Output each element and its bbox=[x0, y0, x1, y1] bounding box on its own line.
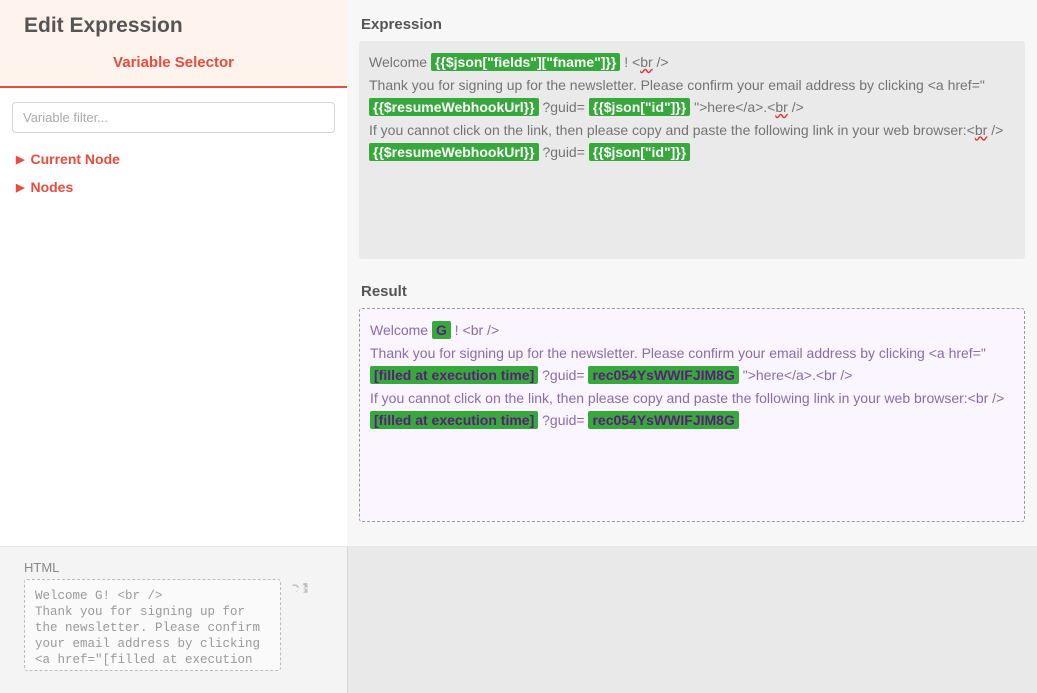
expr-text: /> bbox=[987, 122, 1003, 138]
chevron-right-icon: ▶ bbox=[16, 181, 24, 194]
variable-filter-input[interactable] bbox=[12, 102, 335, 133]
result-token-fname: G bbox=[432, 321, 451, 339]
expr-token-resume-url[interactable]: {{$resumeWebhookUrl}} bbox=[369, 98, 539, 116]
expr-token-fname[interactable]: {{$json["fields"]["fname"]}} bbox=[431, 53, 620, 71]
left-pane: Edit Expression Variable Selector ▶ Curr… bbox=[0, 0, 347, 546]
expr-token-resume-url[interactable]: {{$resumeWebhookUrl}} bbox=[369, 143, 539, 161]
variable-selector-title: Variable Selector bbox=[24, 50, 323, 77]
expr-text: ?guid= bbox=[539, 144, 589, 160]
expr-text: /> bbox=[788, 99, 804, 115]
expression-section-title: Expression bbox=[361, 16, 1025, 33]
result-text: Thank you for signing up for the newslet… bbox=[370, 345, 986, 361]
result-text: Welcome bbox=[370, 322, 432, 338]
expr-text: Thank you for signing up for the newslet… bbox=[369, 77, 985, 93]
result-text: ?guid= bbox=[538, 412, 588, 428]
result-preview: Welcome G ! <br /> Thank you for signing… bbox=[359, 308, 1025, 522]
html-field[interactable]: Welcome G! <br /> Thank you for signing … bbox=[24, 579, 281, 671]
variable-tree: ▶ Current Node ▶ Nodes bbox=[0, 139, 347, 201]
result-text: ?guid= bbox=[538, 367, 588, 383]
expr-text: ! < bbox=[620, 54, 640, 70]
expr-text: If you cannot click on the link, then pl… bbox=[369, 122, 975, 138]
expr-text: /> bbox=[653, 54, 669, 70]
edit-expression-modal: Edit Expression Variable Selector ▶ Curr… bbox=[0, 0, 1037, 547]
result-text: If you cannot click on the link, then pl… bbox=[370, 390, 1004, 406]
expr-text-underlined: br bbox=[975, 122, 987, 138]
expression-editor[interactable]: Welcome {{$json["fields"]["fname"]}} ! <… bbox=[359, 41, 1025, 259]
tree-item-label: Current Node bbox=[30, 151, 119, 167]
expr-text: Welcome bbox=[369, 54, 431, 70]
expr-text: ">here</a>.< bbox=[690, 99, 775, 115]
left-header: Edit Expression Variable Selector bbox=[0, 0, 347, 88]
expr-text-underlined: br bbox=[640, 54, 652, 70]
modal-title: Edit Expression bbox=[24, 14, 323, 38]
tree-item-current-node[interactable]: ▶ Current Node bbox=[12, 145, 335, 173]
shuffle-icon[interactable] bbox=[291, 580, 309, 603]
expr-token-id[interactable]: {{$json["id"]}} bbox=[589, 98, 690, 116]
tree-item-nodes[interactable]: ▶ Nodes bbox=[12, 173, 335, 201]
accent-underline bbox=[0, 86, 347, 88]
expr-token-id[interactable]: {{$json["id"]}} bbox=[589, 143, 690, 161]
expr-text-underlined: br bbox=[775, 99, 787, 115]
tree-item-label: Nodes bbox=[30, 179, 73, 195]
result-token-id: rec054YsWWIFJIM8G bbox=[588, 366, 738, 384]
result-token-id: rec054YsWWIFJIM8G bbox=[588, 411, 738, 429]
result-text: ">here</a>.<br /> bbox=[739, 367, 853, 383]
right-pane: Expression Welcome {{$json["fields"]["fn… bbox=[347, 0, 1037, 546]
result-text: ! <br /> bbox=[451, 322, 499, 338]
filter-wrap bbox=[0, 88, 347, 139]
result-token-filled: [filled at execution time] bbox=[370, 411, 538, 429]
expr-text: ?guid= bbox=[539, 99, 589, 115]
result-token-filled: [filled at execution time] bbox=[370, 366, 538, 384]
chevron-right-icon: ▶ bbox=[16, 153, 24, 166]
html-field-label: HTML bbox=[24, 560, 59, 575]
result-section-title: Result bbox=[361, 283, 1025, 300]
background-divider bbox=[347, 547, 348, 693]
